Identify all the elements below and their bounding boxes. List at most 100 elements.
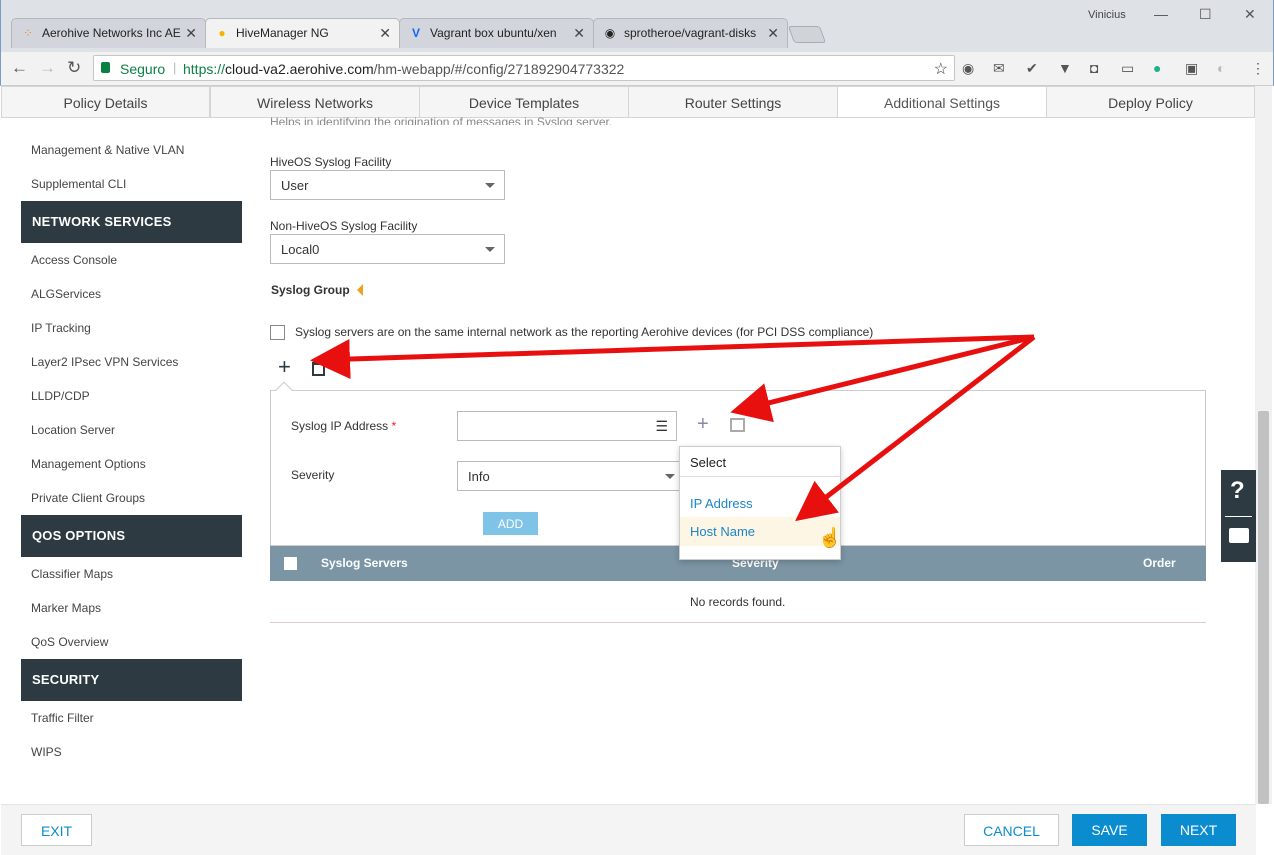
hivemanager-icon: ● [218, 26, 226, 40]
sidebar-item-private-client-groups[interactable]: Private Client Groups [31, 491, 145, 505]
minimize-icon[interactable]: — [1154, 6, 1168, 22]
column-syslog-servers[interactable]: Syslog Servers [321, 556, 408, 570]
bookmark-star-icon[interactable]: ☆ [934, 59, 948, 79]
extension-icon-3[interactable]: ✔ [1026, 60, 1038, 77]
sidebar-item-traffic-filter[interactable]: Traffic Filter [31, 711, 94, 725]
reload-icon[interactable]: ↻ [67, 58, 81, 78]
sidebar-section-network-services: NETWORK SERVICES [21, 201, 242, 243]
separator: | [173, 60, 177, 75]
address-bar-row: ← → ↻ Seguro | https://cloud-va2.aerohiv… [0, 52, 1274, 86]
syslog-ip-input[interactable]: ☰ [457, 411, 677, 441]
sidebar-item-algservices[interactable]: ALGServices [31, 287, 101, 301]
column-order[interactable]: Order [1143, 556, 1176, 570]
add-button[interactable]: ADD [483, 512, 538, 535]
sidebar-item-management-options[interactable]: Management Options [31, 457, 146, 471]
sidebar-item-access-console[interactable]: Access Console [31, 253, 117, 267]
hiveos-facility-select[interactable]: User [270, 170, 505, 200]
aerohive-icon: ⁘ [22, 26, 34, 40]
save-button[interactable]: SAVE [1072, 814, 1147, 846]
help-question-icon[interactable]: ? [1230, 477, 1245, 505]
sidebar-item-qos-overview[interactable]: QoS Overview [31, 635, 108, 649]
syslog-group-label: Syslog Group [271, 283, 350, 297]
helper-text: Helps in identifying the origination of … [270, 115, 613, 125]
edit-icon[interactable] [730, 418, 745, 432]
tab-title: HiveManager NG [236, 26, 329, 40]
sidebar-item-location-server[interactable]: Location Server [31, 423, 115, 437]
tab-additional-settings[interactable]: Additional Settings [837, 86, 1047, 118]
tab-wireless-networks[interactable]: Wireless Networks [210, 86, 420, 118]
sidebar-section-qos-options: QOS OPTIONS [21, 515, 242, 557]
new-tab-button[interactable] [787, 26, 827, 43]
chat-bubble-icon[interactable] [1229, 528, 1249, 543]
cancel-button[interactable]: CANCEL [964, 814, 1059, 846]
extension-icon-1[interactable]: ◉ [962, 60, 974, 77]
pci-checkbox[interactable] [270, 325, 285, 340]
maximize-icon[interactable]: ☐ [1199, 6, 1212, 23]
vagrant-icon: V [411, 26, 420, 40]
tab-deploy-policy[interactable]: Deploy Policy [1046, 86, 1255, 118]
forward-icon[interactable]: → [39, 58, 56, 78]
scrollbar-thumb[interactable] [1258, 411, 1269, 804]
config-tabs: Policy Details Wireless Networks Device … [1, 86, 1255, 118]
browser-tab-aerohive[interactable]: ⁘ Aerohive Networks Inc AE ✕ [11, 18, 206, 48]
exit-button[interactable]: EXIT [21, 814, 92, 846]
browser-tab-hivemanager[interactable]: ● HiveManager NG ✕ [205, 18, 400, 48]
severity-select[interactable]: Info [457, 461, 685, 491]
hiveos-facility-label: HiveOS Syslog Facility [270, 155, 392, 169]
extension-icon-9[interactable]: ◐ [1217, 60, 1225, 76]
select-value: User [281, 178, 309, 193]
dropdown-option-host-name[interactable]: Host Name [680, 517, 840, 546]
extension-icon-2[interactable]: ✉ [993, 60, 1005, 77]
close-tab-icon[interactable]: ✕ [379, 25, 391, 42]
tab-title: Vagrant box ubuntu/xen [430, 26, 557, 40]
github-icon: ◉ [604, 26, 616, 40]
tab-router-settings[interactable]: Router Settings [628, 86, 838, 118]
sidebar-item-layer2-ipsec[interactable]: Layer2 IPsec VPN Services [31, 355, 178, 369]
sidebar-item-wips[interactable]: WIPS [31, 745, 62, 759]
sidebar-item-marker-maps[interactable]: Marker Maps [31, 601, 101, 615]
close-tab-icon[interactable]: ✕ [185, 25, 197, 42]
extension-icon-6[interactable]: ▭ [1121, 60, 1134, 77]
sidebar-item-classifier-maps[interactable]: Classifier Maps [31, 567, 113, 581]
close-tab-icon[interactable]: ✕ [767, 25, 779, 42]
list-filter-icon[interactable]: ☰ [655, 418, 668, 435]
profile-name[interactable]: Vinicius [1088, 9, 1126, 21]
secure-label: Seguro [120, 61, 166, 77]
sidebar-item-supplemental-cli[interactable]: Supplemental CLI [31, 177, 126, 191]
dropdown-option-ip-address[interactable]: IP Address [690, 496, 753, 511]
tab-title: Aerohive Networks Inc AE [42, 26, 181, 40]
info-caret-icon[interactable] [357, 284, 363, 296]
extension-icon-4[interactable]: ▼ [1058, 60, 1072, 76]
sidebar-item-ip-tracking[interactable]: IP Tracking [31, 321, 91, 335]
add-host-plus-icon[interactable]: + [697, 414, 709, 434]
select-all-checkbox[interactable] [284, 557, 297, 570]
nonhiveos-facility-select[interactable]: Local0 [270, 234, 505, 264]
sidebar-item-management-native-vlan[interactable]: Management & Native VLAN [31, 143, 184, 157]
nonhiveos-facility-label: Non-HiveOS Syslog Facility [270, 219, 418, 233]
add-plus-icon[interactable]: + [278, 356, 291, 378]
sidebar: Management & Native VLAN Supplemental CL… [1, 118, 260, 804]
help-widget: ? [1221, 470, 1256, 562]
dropdown-header: Select [690, 455, 727, 470]
next-button[interactable]: NEXT [1161, 814, 1236, 846]
tab-device-templates[interactable]: Device Templates [419, 86, 629, 118]
tab-title: sprotheroe/vagrant-disks [624, 26, 757, 40]
pocket-icon[interactable]: ◘ [1090, 60, 1098, 76]
lock-icon [101, 62, 110, 73]
delete-trash-icon[interactable] [312, 362, 325, 376]
url-input[interactable]: Seguro | https://cloud-va2.aerohive.com/… [93, 55, 955, 81]
hand-cursor-icon: ☝ [818, 528, 842, 549]
close-tab-icon[interactable]: ✕ [573, 25, 585, 42]
select-value: Local0 [281, 242, 320, 257]
dropdown-option-label: Host Name [690, 524, 756, 539]
extension-icon-7[interactable]: ● [1153, 60, 1161, 76]
browser-tab-vagrant[interactable]: V Vagrant box ubuntu/xen ✕ [399, 18, 594, 48]
browser-tab-github[interactable]: ◉ sprotheroe/vagrant-disks ✕ [593, 18, 788, 48]
sidebar-item-lldp-cdp[interactable]: LLDP/CDP [31, 389, 90, 403]
tab-policy-details[interactable]: Policy Details [1, 86, 210, 118]
menu-kebab-icon[interactable]: ⋮ [1251, 60, 1265, 77]
close-window-icon[interactable]: ✕ [1244, 6, 1256, 23]
sidebar-section-security: SECURITY [21, 659, 242, 701]
back-icon[interactable]: ← [11, 58, 28, 78]
extension-icon-8[interactable]: ▣ [1185, 60, 1198, 77]
